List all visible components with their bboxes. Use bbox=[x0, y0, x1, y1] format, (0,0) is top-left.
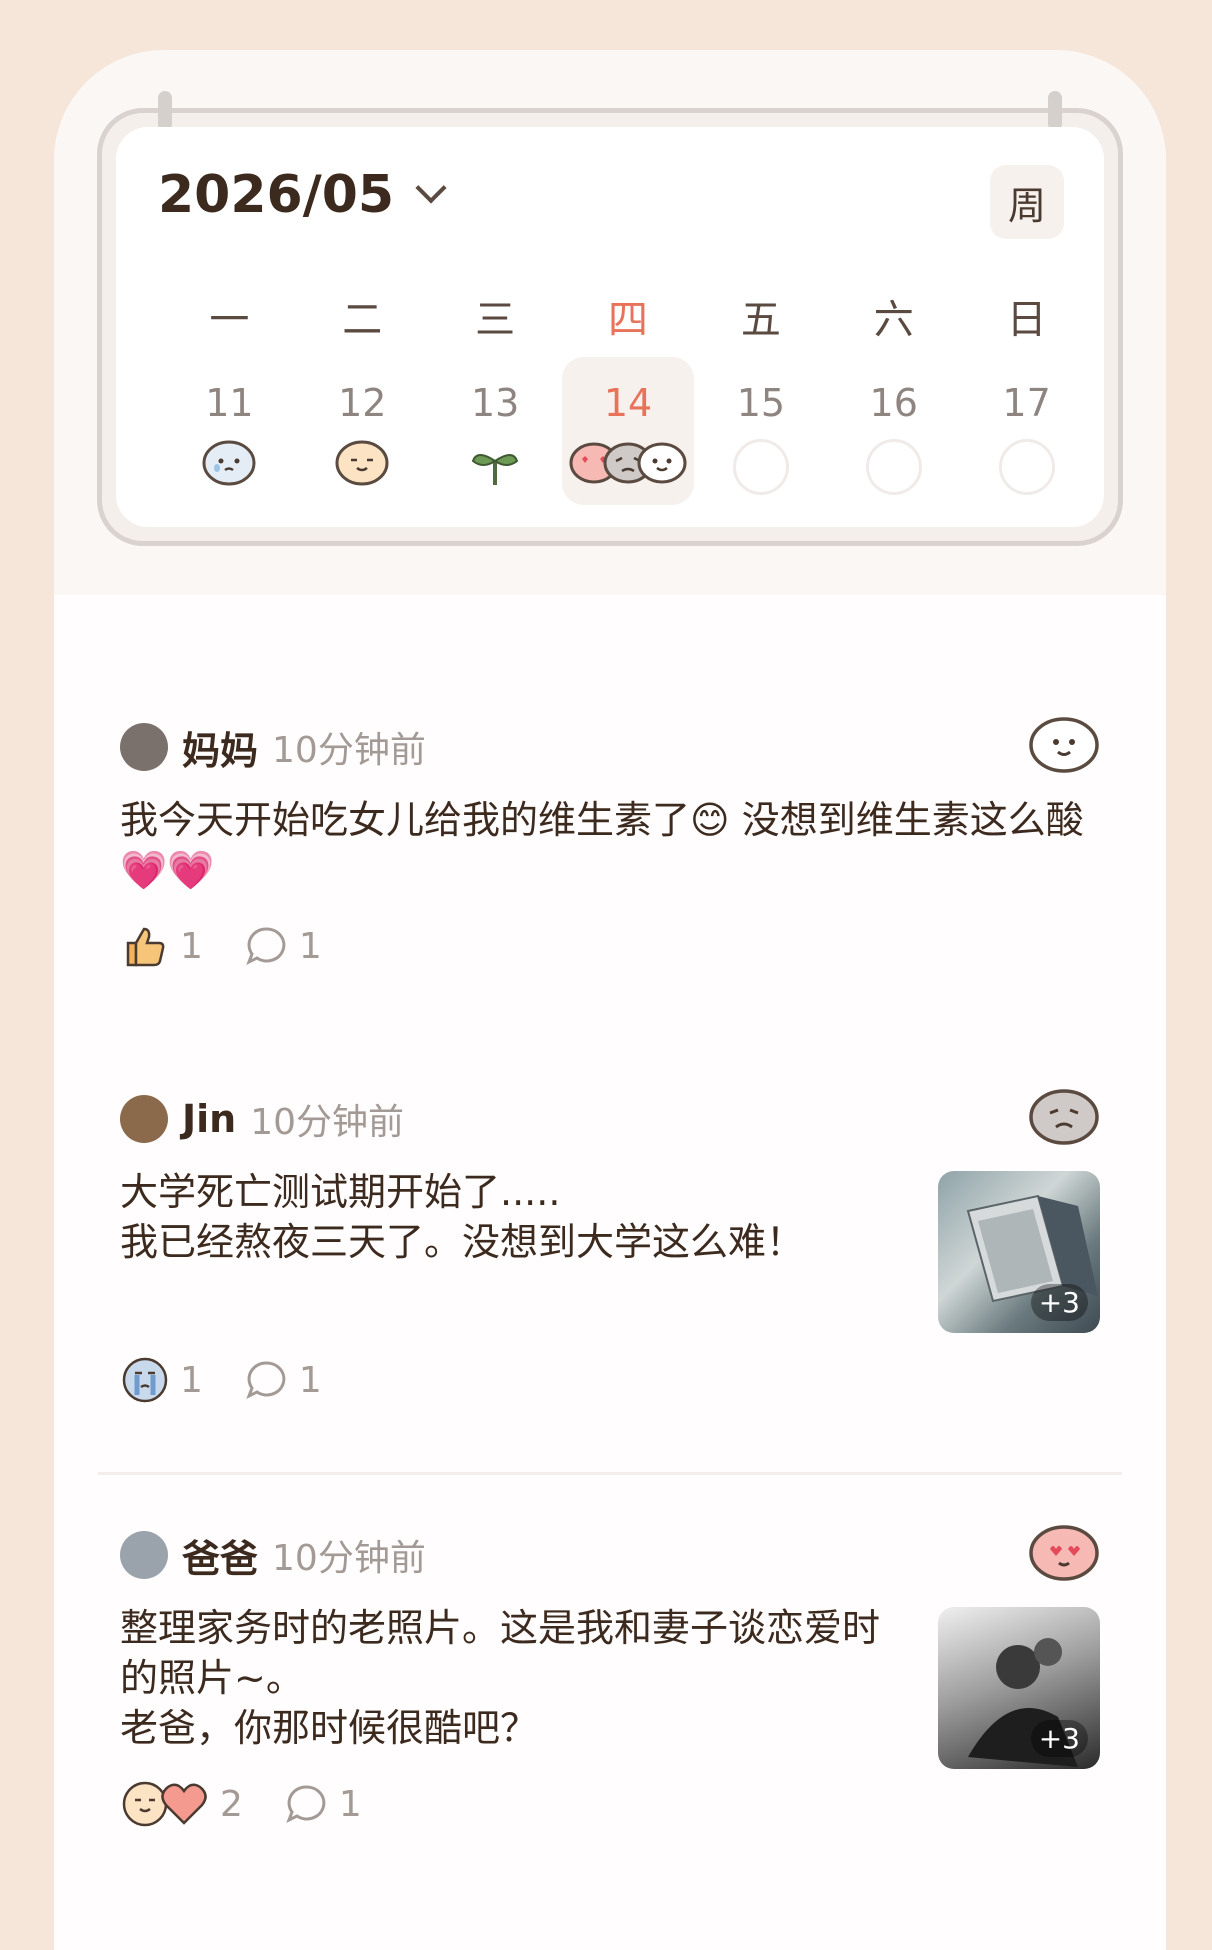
binder-ring-left bbox=[158, 91, 172, 131]
reaction-count: 1 bbox=[180, 1359, 203, 1401]
post-time: 10分钟前 bbox=[272, 1538, 426, 1579]
sprout-icon bbox=[471, 454, 519, 485]
day-number: 12 bbox=[338, 381, 387, 425]
post-item[interactable]: Jin 10分钟前 大学死亡测试期开始了..... 我已经熬夜三天了。没想到大学… bbox=[120, 1089, 1100, 1405]
post-item[interactable]: 爸爸 10分钟前 整理家务时的老照片。这是我和妻子谈恋爱时的照片~。 老爸，你那… bbox=[120, 1525, 1100, 1829]
comment-button[interactable]: 1 bbox=[283, 1781, 362, 1827]
weekday-label: 二 bbox=[342, 297, 383, 343]
reaction-button[interactable]: 1 bbox=[120, 921, 203, 971]
comment-icon bbox=[246, 927, 286, 966]
smile-face-icon bbox=[1029, 717, 1099, 773]
comment-count: 1 bbox=[298, 1359, 322, 1401]
post-text: 整理家务时的老照片。这是我和妻子谈恋爱时的照片~。 老爸，你那时候很酷吧？ bbox=[120, 1606, 881, 1750]
post-time: 10分钟前 bbox=[272, 730, 426, 771]
smile-face-icon bbox=[637, 442, 687, 484]
weekday-label-today: 四 bbox=[608, 297, 648, 343]
calendar-day[interactable]: 17 bbox=[960, 357, 1093, 505]
day-number: 11 bbox=[205, 381, 254, 425]
comment-count: 1 bbox=[298, 925, 322, 967]
author-name[interactable]: Jin bbox=[182, 1097, 236, 1141]
post-text: 我今天开始吃女儿给我的维生素了😊 没想到维生素这么酸💗💗 bbox=[120, 798, 1084, 892]
avatar[interactable] bbox=[120, 1531, 168, 1579]
heart-icon bbox=[161, 1783, 207, 1825]
empty-mood-slot bbox=[998, 439, 1055, 495]
more-images-badge: +3 bbox=[1030, 1720, 1088, 1757]
reaction-button[interactable]: 2 bbox=[120, 1779, 243, 1829]
comment-button[interactable]: 1 bbox=[243, 923, 322, 969]
thumbs-up-icon bbox=[126, 927, 165, 967]
empty-mood-slot bbox=[865, 439, 922, 495]
comment-icon bbox=[286, 1785, 326, 1824]
calendar-day[interactable]: 11 bbox=[163, 357, 296, 505]
content-face-icon bbox=[335, 440, 389, 486]
author-name[interactable]: 爸爸 bbox=[182, 1528, 258, 1583]
post-time: 10分钟前 bbox=[250, 1102, 405, 1143]
reaction-button[interactable]: 1 bbox=[120, 1355, 203, 1405]
calendar-widget: 2026/05 周 一 二 三 四 五 六 日 11 12 13 14 15 1… bbox=[97, 91, 1123, 546]
month-label: 2026/05 bbox=[158, 165, 395, 225]
calendar-day[interactable]: 12 bbox=[296, 357, 429, 505]
calendar-day-today[interactable]: 14 bbox=[561, 357, 695, 505]
post-text: 大学死亡测试期开始了..... 我已经熬夜三天了。没想到大学这么难！ bbox=[120, 1170, 805, 1264]
calendar-day[interactable]: 13 bbox=[429, 357, 562, 505]
day-row: 11 12 13 14 15 16 17 bbox=[163, 357, 1093, 505]
weekday-label: 六 bbox=[873, 297, 914, 343]
reaction-count: 2 bbox=[220, 1783, 243, 1825]
weekday-label: 三 bbox=[475, 297, 516, 343]
more-images-badge: +3 bbox=[1030, 1284, 1088, 1321]
gloomy-face-icon bbox=[1029, 1089, 1099, 1145]
chevron-down-icon bbox=[415, 172, 447, 204]
day-number: 13 bbox=[470, 381, 520, 425]
comment-icon bbox=[246, 1361, 286, 1400]
post-item[interactable]: 妈妈 10分钟前 我今天开始吃女儿给我的维生素了😊 没想到维生素这么酸💗💗 1 … bbox=[120, 717, 1100, 971]
comment-count: 1 bbox=[338, 1783, 362, 1825]
sad-face-icon bbox=[202, 440, 256, 486]
week-view-button[interactable]: 周 bbox=[990, 165, 1064, 239]
post-feed: 妈妈 10分钟前 我今天开始吃女儿给我的维生素了😊 没想到维生素这么酸💗💗 1 … bbox=[54, 595, 1166, 1950]
empty-mood-slot bbox=[732, 439, 789, 495]
weekday-label: 五 bbox=[740, 297, 781, 343]
comment-button[interactable]: 1 bbox=[243, 1357, 322, 1403]
day-number: 16 bbox=[869, 381, 918, 425]
post-image[interactable]: +3 bbox=[938, 1607, 1100, 1769]
weekday-label: 日 bbox=[1006, 297, 1047, 343]
day-number: 17 bbox=[1002, 381, 1051, 425]
avatar[interactable] bbox=[120, 723, 168, 771]
calendar-day[interactable]: 15 bbox=[694, 357, 827, 505]
calendar-card: 2026/05 周 一 二 三 四 五 六 日 11 12 13 14 15 1… bbox=[116, 127, 1104, 527]
month-selector[interactable]: 2026/05 bbox=[158, 165, 447, 225]
day-number: 14 bbox=[603, 381, 653, 425]
weekday-label: 一 bbox=[209, 297, 250, 343]
author-name[interactable]: 妈妈 bbox=[182, 720, 258, 775]
post-divider bbox=[98, 1472, 1122, 1475]
love-face-icon bbox=[1029, 1525, 1099, 1581]
reaction-count: 1 bbox=[180, 925, 203, 967]
calendar-day[interactable]: 16 bbox=[827, 357, 960, 505]
day-number: 15 bbox=[736, 381, 786, 425]
crying-face-icon bbox=[122, 1357, 168, 1403]
app-screen: 2026/05 周 一 二 三 四 五 六 日 11 12 13 14 15 1… bbox=[54, 50, 1166, 1950]
avatar[interactable] bbox=[120, 1095, 168, 1143]
weekday-header: 一 二 三 四 五 六 日 bbox=[163, 287, 1093, 345]
binder-ring-right bbox=[1048, 91, 1062, 131]
post-image[interactable]: +3 bbox=[938, 1171, 1100, 1333]
